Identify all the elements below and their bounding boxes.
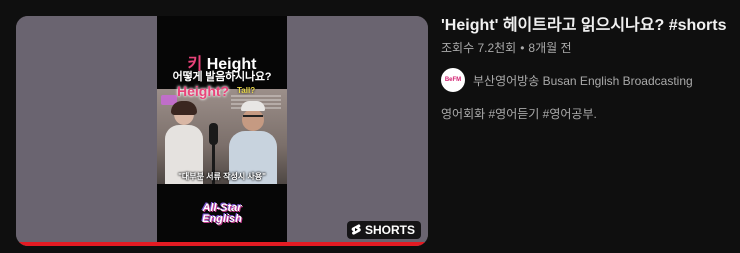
shorts-icon <box>351 224 361 236</box>
shorts-badge-label: SHORTS <box>364 223 415 237</box>
watch-progress-bar <box>16 242 428 246</box>
video-still-image <box>157 89 287 184</box>
thumbnail-blur-left <box>16 16 157 246</box>
overlay-height-text: Height? <box>177 83 230 99</box>
video-thumbnail[interactable]: 키 Height 어떻게 발음하시나요? Height? Tall? "대부분 … <box>16 16 428 246</box>
channel-row[interactable]: BeFM 부산영어방송 Busan English Broadcasting <box>441 68 731 92</box>
video-meta: 'Height' 헤이트라고 읽으시나요? #shorts 조회수 7.2천회 … <box>441 16 731 122</box>
video-title[interactable]: 'Height' 헤이트라고 읽으시나요? #shorts <box>441 16 731 36</box>
overlay-caption: "대부분 서류 작성시 사용" <box>178 172 266 181</box>
video-result-row[interactable]: 키 Height 어떻게 발음하시나요? Height? Tall? "대부분 … <box>0 0 740 253</box>
overlay-tall-text: Tall? <box>237 86 256 95</box>
channel-name[interactable]: 부산영어방송 Busan English Broadcasting <box>473 72 693 89</box>
logo-line-2: English <box>202 213 242 225</box>
shorts-badge: SHORTS <box>346 221 421 239</box>
microphone <box>209 123 218 145</box>
description-snippet: 영어회화 #영어듣기 #영어공부. <box>441 107 597 121</box>
thumbnail-subtitle: 어떻게 발음하시나요? <box>172 71 272 83</box>
view-meta: 조회수 7.2천회 • 8개월 전 <box>441 40 731 56</box>
meta-separator: • <box>520 41 525 55</box>
thumbnail-blur-right <box>287 16 428 246</box>
channel-avatar[interactable]: BeFM <box>441 68 465 92</box>
shorts-frame: 키 Height 어떻게 발음하시나요? Height? Tall? "대부분 … <box>157 16 287 246</box>
all-star-english-logo: All-Star English <box>157 203 287 225</box>
upload-age: 8개월 전 <box>528 41 572 55</box>
view-count: 조회수 7.2천회 <box>441 41 517 55</box>
